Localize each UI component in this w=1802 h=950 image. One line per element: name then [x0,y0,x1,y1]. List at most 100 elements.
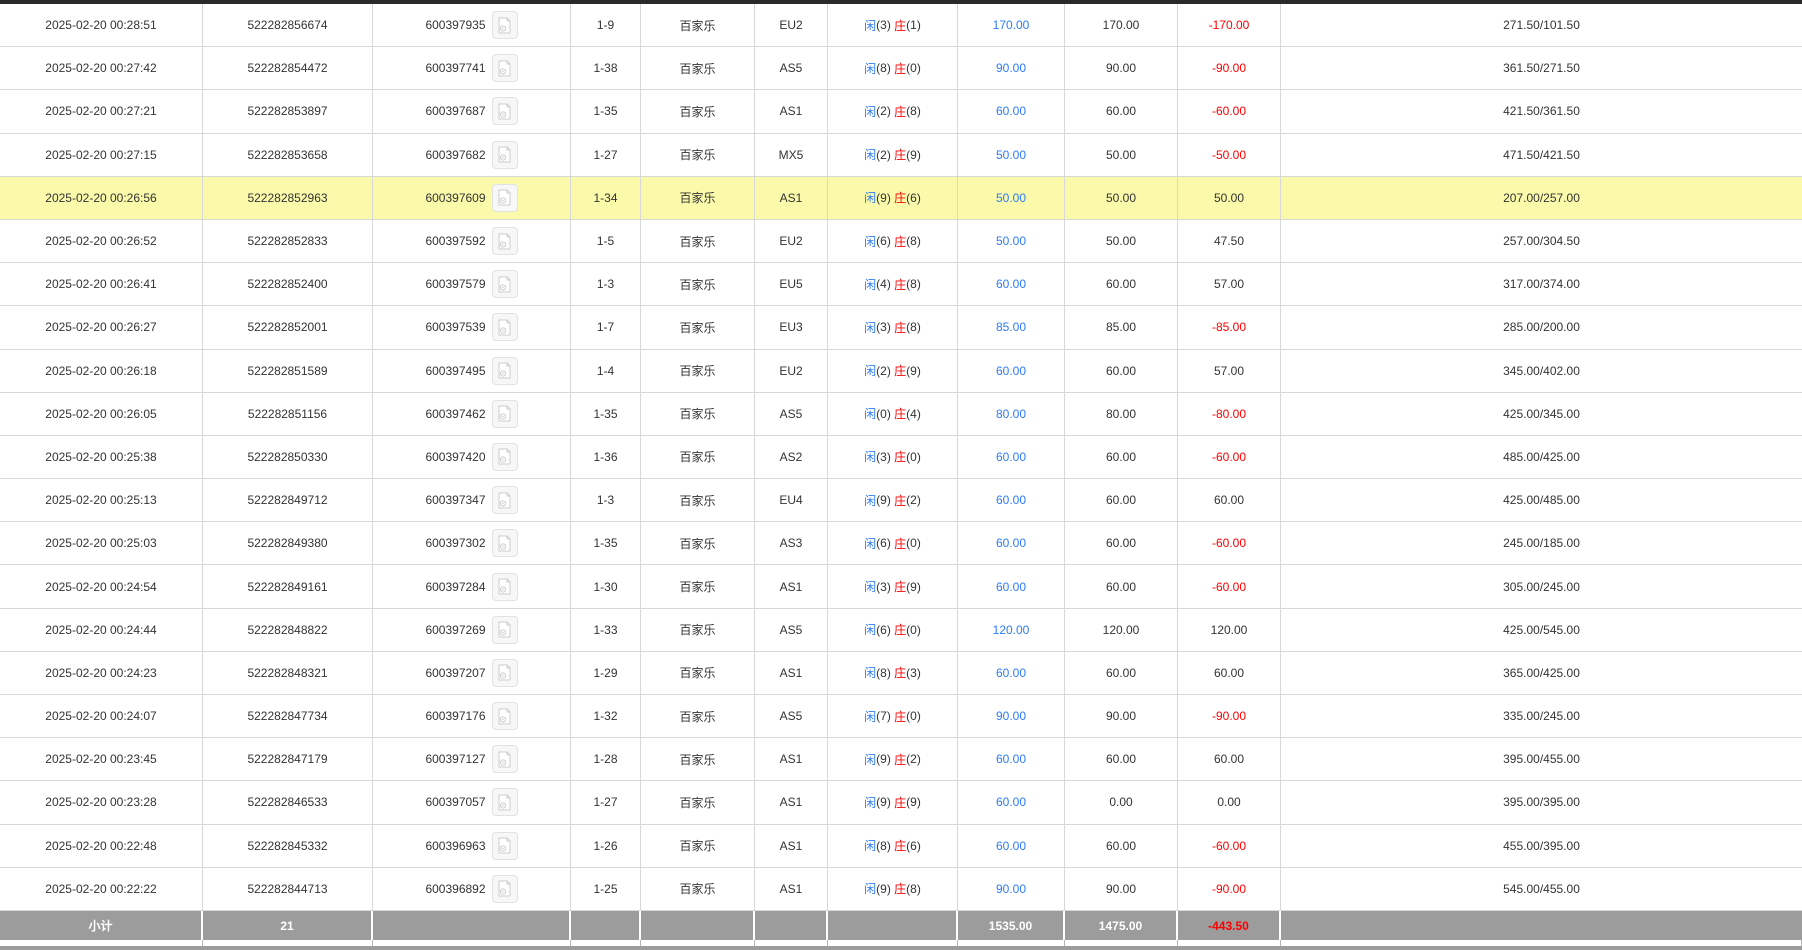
video-replay-icon[interactable] [492,788,518,816]
bet-amount-link[interactable]: 60.00 [958,565,1065,607]
table-row[interactable]: 2025-02-20 00:24:44 522282848822 6003972… [0,609,1802,652]
table-row[interactable]: 2025-02-20 00:26:27 522282852001 6003975… [0,306,1802,349]
round-id-value: 600396963 [425,839,485,853]
game-name-cell: 百家乐 [641,47,755,89]
video-replay-icon[interactable] [492,11,518,39]
result-cell: 闲(9) 庄(2) [828,479,958,521]
video-replay-icon[interactable] [492,270,518,298]
bet-amount-link[interactable]: 60.00 [958,90,1065,132]
bet-amount-link[interactable]: 60.00 [958,436,1065,478]
bet-amount-link[interactable]: 90.00 [958,47,1065,89]
round-id-cell: 600397269 [373,609,571,651]
video-replay-icon[interactable] [492,875,518,903]
round-id-value: 600397579 [425,277,485,291]
valid-amount-cell: 60.00 [1065,825,1178,867]
bet-amount-link[interactable]: 90.00 [958,868,1065,910]
bet-amount-link[interactable]: 170.00 [958,4,1065,46]
video-replay-icon[interactable] [492,616,518,644]
bet-amount-link[interactable]: 60.00 [958,825,1065,867]
seat-cell: 1-32 [571,695,641,737]
video-replay-icon[interactable] [492,97,518,125]
result-cell: 闲(8) 庄(6) [828,825,958,867]
bet-amount-link[interactable]: 120.00 [958,609,1065,651]
table-row[interactable]: 2025-02-20 00:23:28 522282846533 6003970… [0,781,1802,824]
game-name-cell: 百家乐 [641,306,755,348]
result-cell: 闲(7) 庄(0) [828,695,958,737]
video-replay-icon[interactable] [492,486,518,514]
table-row[interactable]: 2025-02-20 00:24:23 522282848321 6003972… [0,652,1802,695]
table-row[interactable]: 2025-02-20 00:26:05 522282851156 6003974… [0,393,1802,436]
table-row[interactable]: 2025-02-20 00:24:07 522282847734 6003971… [0,695,1802,738]
bet-amount-link[interactable]: 80.00 [958,393,1065,435]
bet-amount-link[interactable]: 60.00 [958,738,1065,780]
round-id-value: 600397207 [425,666,485,680]
table-row[interactable]: 2025-02-20 00:26:41 522282852400 6003975… [0,263,1802,306]
table-row[interactable]: 2025-02-20 00:26:52 522282852833 6003975… [0,220,1802,263]
video-replay-icon[interactable] [492,573,518,601]
banker-label: 庄 [894,103,906,120]
game-name-cell: 百家乐 [641,609,755,651]
bet-amount-link[interactable]: 50.00 [958,220,1065,262]
game-name-cell: 百家乐 [641,695,755,737]
bet-id-cell: 522282851589 [203,350,373,392]
table-row[interactable]: 2025-02-20 00:23:45 522282847179 6003971… [0,738,1802,781]
table-row[interactable]: 2025-02-20 00:26:18 522282851589 6003974… [0,350,1802,393]
video-replay-icon[interactable] [492,313,518,341]
bet-amount-link[interactable]: 50.00 [958,134,1065,176]
table-row[interactable]: 2025-02-20 00:27:15 522282853658 6003976… [0,134,1802,177]
bet-amount-link[interactable]: 60.00 [958,652,1065,694]
game-name-cell: 百家乐 [641,825,755,867]
video-replay-icon[interactable] [492,659,518,687]
table-row[interactable]: 2025-02-20 00:28:51 522282856674 6003979… [0,4,1802,47]
table-row[interactable]: 2025-02-20 00:25:13 522282849712 6003973… [0,479,1802,522]
result-cell: 闲(2) 庄(8) [828,90,958,132]
video-replay-icon[interactable] [492,357,518,385]
video-replay-icon[interactable] [492,54,518,82]
valid-amount-cell: 85.00 [1065,306,1178,348]
bet-id-cell: 522282853897 [203,90,373,132]
table-row[interactable]: 2025-02-20 00:27:42 522282854472 6003977… [0,47,1802,90]
table-row[interactable]: 2025-02-20 00:22:22 522282844713 6003968… [0,868,1802,911]
bet-amount-link[interactable]: 85.00 [958,306,1065,348]
video-replay-icon[interactable] [492,443,518,471]
round-id-cell: 600397935 [373,4,571,46]
banker-label: 庄 [894,621,906,638]
valid-amount-cell: 0.00 [1065,781,1178,823]
valid-amount-cell: 50.00 [1065,220,1178,262]
banker-label: 庄 [894,535,906,552]
bet-id-cell: 522282849161 [203,565,373,607]
bet-amount-link[interactable]: 60.00 [958,522,1065,564]
video-replay-icon[interactable] [492,832,518,860]
bet-amount-link[interactable]: 50.00 [958,177,1065,219]
win-loss-cell: 0.00 [1178,781,1281,823]
table-row[interactable]: 2025-02-20 00:27:21 522282853897 6003976… [0,90,1802,133]
video-replay-icon[interactable] [492,227,518,255]
table-row[interactable]: 2025-02-20 00:24:54 522282849161 6003972… [0,565,1802,608]
bet-amount-link[interactable]: 60.00 [958,263,1065,305]
bet-amount-link[interactable]: 90.00 [958,695,1065,737]
video-replay-icon[interactable] [492,529,518,557]
balance-cell: 395.00/455.00 [1281,738,1802,780]
bet-amount-link[interactable]: 60.00 [958,479,1065,521]
round-id-cell: 600397579 [373,263,571,305]
table-row[interactable]: 2025-02-20 00:22:48 522282845332 6003969… [0,825,1802,868]
video-replay-icon[interactable] [492,400,518,428]
bet-amount-link[interactable]: 60.00 [958,781,1065,823]
video-replay-icon[interactable] [492,141,518,169]
win-loss-cell: -85.00 [1178,306,1281,348]
balance-cell: 245.00/185.00 [1281,522,1802,564]
player-label: 闲 [864,751,876,768]
video-replay-icon[interactable] [492,745,518,773]
result-cell: 闲(6) 庄(8) [828,220,958,262]
video-replay-icon[interactable] [492,184,518,212]
player-label: 闲 [864,535,876,552]
bet-amount-link[interactable]: 60.00 [958,350,1065,392]
seat-cell: 1-30 [571,565,641,607]
table-row[interactable]: 2025-02-20 00:26:56 522282852963 6003976… [0,177,1802,220]
video-replay-icon[interactable] [492,702,518,730]
game-name-cell: 百家乐 [641,350,755,392]
table-row[interactable]: 2025-02-20 00:25:03 522282849380 6003973… [0,522,1802,565]
table-row[interactable]: 2025-02-20 00:25:38 522282850330 6003974… [0,436,1802,479]
result-cell: 闲(8) 庄(0) [828,47,958,89]
table-code-cell: EU2 [755,4,828,46]
